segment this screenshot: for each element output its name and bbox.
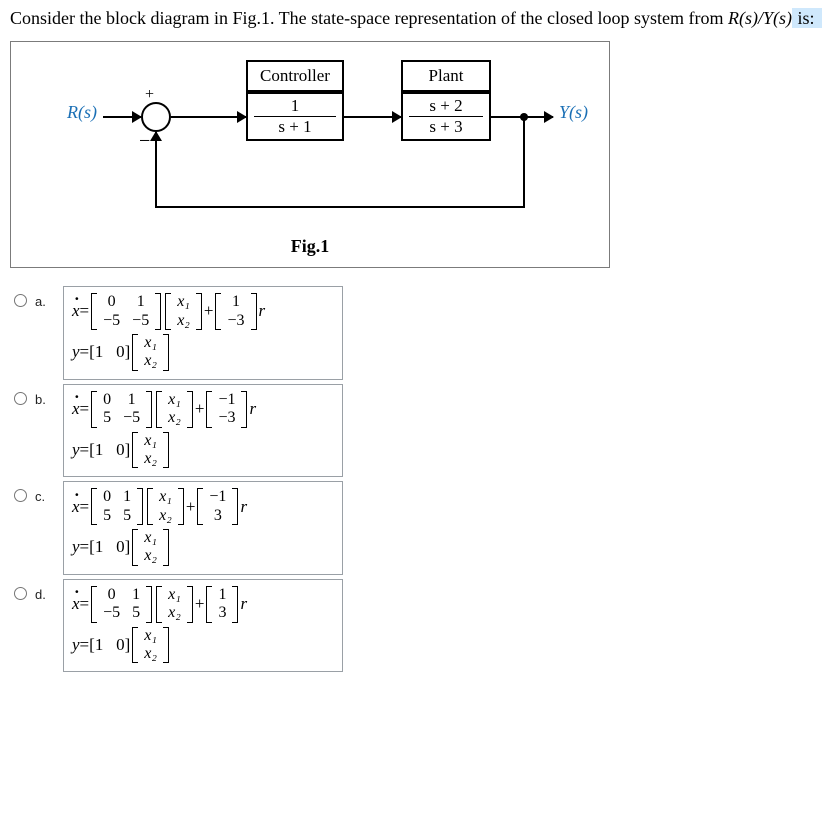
option-a[interactable]: a. x = 01−5−5 x₁x₂ + 1−3 r y = [1 0] x₁x… bbox=[8, 286, 831, 380]
options-list: a. x = 01−5−5 x₁x₂ + 1−3 r y = [1 0] x₁x… bbox=[0, 278, 839, 686]
state-vector: x₁x₂ bbox=[165, 293, 202, 330]
arrow-sum-to-controller bbox=[171, 116, 246, 118]
option-d-output-eq: y = [1 0] x₁x₂ bbox=[72, 627, 334, 664]
question-text-prefix: Consider the block diagram in Fig.1. The… bbox=[10, 8, 728, 28]
plant-block: s + 2 s + 3 bbox=[401, 92, 491, 141]
option-d-A: 01−55 bbox=[91, 586, 152, 623]
controller-block: 1 s + 1 bbox=[246, 92, 344, 141]
option-a-label: a. bbox=[35, 294, 49, 309]
controller-title: Controller bbox=[246, 60, 344, 92]
question-stem: Consider the block diagram in Fig.1. The… bbox=[0, 0, 839, 35]
summing-junction bbox=[141, 102, 171, 132]
option-a-state-eq: x = 01−5−5 x₁x₂ + 1−3 r bbox=[72, 293, 334, 330]
question-ratio: R(s)/Y(s) bbox=[728, 8, 792, 28]
option-c-label: c. bbox=[35, 489, 49, 504]
option-a-output-eq: y = [1 0] x₁x₂ bbox=[72, 334, 334, 371]
state-vector: x₁x₂ bbox=[156, 586, 193, 623]
state-vector: x₁x₂ bbox=[132, 334, 169, 371]
option-c-state-eq: x = 0155 x₁x₂ + −13 r bbox=[72, 488, 334, 525]
state-vector: x₁x₂ bbox=[132, 432, 169, 469]
arrow-controller-to-plant bbox=[344, 116, 401, 118]
option-c-output-eq: y = [1 0] x₁x₂ bbox=[72, 529, 334, 566]
feedback-horizontal bbox=[155, 206, 525, 208]
state-vector: x₁x₂ bbox=[147, 488, 184, 525]
option-b-A: 015−5 bbox=[91, 391, 152, 428]
feedback-vertical-left bbox=[155, 132, 157, 208]
option-c[interactable]: c. x = 0155 x₁x₂ + −13 r y = [1 0] x₁x₂ bbox=[8, 481, 831, 575]
option-a-B: 1−3 bbox=[215, 293, 256, 330]
feedback-vertical-right bbox=[523, 116, 525, 208]
plant-num: s + 2 bbox=[403, 94, 489, 116]
option-d-B: 13 bbox=[206, 586, 238, 623]
option-d[interactable]: d. x = 01−55 x₁x₂ + 13 r y = [1 0] x₁x₂ bbox=[8, 579, 831, 673]
question-text-suffix: is: bbox=[792, 8, 822, 28]
pickoff-node bbox=[520, 113, 528, 121]
state-vector: x₁x₂ bbox=[132, 529, 169, 566]
state-vector: x₁x₂ bbox=[156, 391, 193, 428]
option-d-label: d. bbox=[35, 587, 49, 602]
controller-den: s + 1 bbox=[248, 117, 342, 139]
input-signal-label: R(s) bbox=[67, 102, 97, 123]
option-a-content: x = 01−5−5 x₁x₂ + 1−3 r y = [1 0] x₁x₂ bbox=[63, 286, 343, 380]
option-d-state-eq: x = 01−55 x₁x₂ + 13 r bbox=[72, 586, 334, 623]
option-c-A: 0155 bbox=[91, 488, 143, 525]
controller-num: 1 bbox=[248, 94, 342, 116]
option-b-state-eq: x = 015−5 x₁x₂ + −1−3 r bbox=[72, 391, 334, 428]
state-vector: x₁x₂ bbox=[132, 627, 169, 664]
plant-den: s + 3 bbox=[403, 117, 489, 139]
block-diagram: R(s) + − Controller 1 s + 1 Plant s + 2 … bbox=[31, 62, 595, 232]
option-b[interactable]: b. x = 015−5 x₁x₂ + −1−3 r y = [1 0] x₁x… bbox=[8, 384, 831, 478]
option-d-radio[interactable] bbox=[14, 587, 27, 600]
option-b-radio[interactable] bbox=[14, 392, 27, 405]
figure-box: R(s) + − Controller 1 s + 1 Plant s + 2 … bbox=[10, 41, 610, 268]
option-b-label: b. bbox=[35, 392, 49, 407]
option-c-radio[interactable] bbox=[14, 489, 27, 502]
figure-caption: Fig.1 bbox=[25, 236, 595, 257]
option-b-output-eq: y = [1 0] x₁x₂ bbox=[72, 432, 334, 469]
option-c-content: x = 0155 x₁x₂ + −13 r y = [1 0] x₁x₂ bbox=[63, 481, 343, 575]
option-a-radio[interactable] bbox=[14, 294, 27, 307]
option-a-A: 01−5−5 bbox=[91, 293, 161, 330]
arrow-input bbox=[103, 116, 141, 118]
option-b-content: x = 015−5 x₁x₂ + −1−3 r y = [1 0] x₁x₂ bbox=[63, 384, 343, 478]
output-signal-label: Y(s) bbox=[559, 102, 588, 123]
plant-title: Plant bbox=[401, 60, 491, 92]
option-d-content: x = 01−55 x₁x₂ + 13 r y = [1 0] x₁x₂ bbox=[63, 579, 343, 673]
sum-minus: − bbox=[139, 130, 150, 153]
option-c-B: −13 bbox=[197, 488, 238, 525]
option-b-B: −1−3 bbox=[206, 391, 247, 428]
